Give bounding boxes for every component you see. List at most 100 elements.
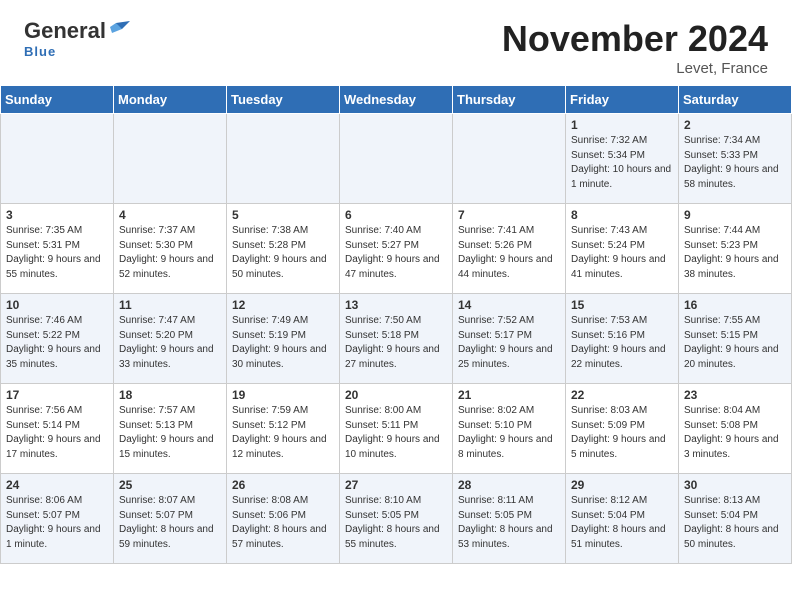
day-number: 17 [6,388,108,402]
calendar-day: 25Sunrise: 8:07 AM Sunset: 5:07 PM Dayli… [114,474,227,564]
day-number: 30 [684,478,786,492]
calendar-day [1,114,114,204]
logo-blue: Blue [24,44,56,59]
day-number: 4 [119,208,221,222]
weekday-header-sunday: Sunday [1,86,114,114]
day-number: 23 [684,388,786,402]
day-info: Sunrise: 8:11 AM Sunset: 5:05 PM Dayligh… [458,494,560,552]
logo: General Blue [24,18,130,59]
logo-general: General [24,18,106,44]
weekday-header-monday: Monday [114,86,227,114]
calendar-day: 20 Sunrise: 8:00 AM Sunset: 5:11 PM Dayli… [340,384,453,474]
day-info: Sunrise: 8:06 AM Sunset: 5:07 PM Dayligh… [6,494,108,552]
calendar-day: 3 Sunrise: 7:35 AM Sunset: 5:31 PM Daylig… [1,204,114,294]
weekday-header-thursday: Thursday [453,86,566,114]
month-title: November 2024 [502,18,768,60]
day-number: 1 [571,118,673,132]
location: Levet, France [502,60,768,77]
calendar-day: 24 Sunrise: 8:06 AM Sunset: 5:07 PM Dayli… [1,474,114,564]
day-info: Sunrise: 8:10 AM Sunset: 5:05 PM Dayligh… [345,494,447,552]
day-number: 2 [684,118,786,132]
day-info: Sunrise: 8:00 AM Sunset: 5:11 PM Dayligh… [345,404,447,462]
day-number: 3 [6,208,108,222]
day-info: Sunrise: 7:57 AM Sunset: 5:13 PM Dayligh… [119,404,221,462]
day-number: 11 [119,298,221,312]
calendar-day: 4 Sunrise: 7:37 AM Sunset: 5:30 PM Daylig… [114,204,227,294]
day-info: Sunrise: 7:44 AM Sunset: 5:23 PM Dayligh… [684,224,786,282]
day-number: 5 [232,208,334,222]
calendar-day: 12Sunrise: 7:49 AM Sunset: 5:19 PM Dayli… [227,294,340,384]
calendar-day [227,114,340,204]
day-number: 8 [571,208,673,222]
calendar-day: 27 Sunrise: 8:10 AM Sunset: 5:05 PM Dayli… [340,474,453,564]
day-info: Sunrise: 7:46 AM Sunset: 5:22 PM Dayligh… [6,314,108,372]
calendar-day: 21Sunrise: 8:02 AM Sunset: 5:10 PM Dayli… [453,384,566,474]
weekday-header-friday: Friday [566,86,679,114]
calendar-week-5: 24 Sunrise: 8:06 AM Sunset: 5:07 PM Dayli… [1,474,792,564]
day-number: 20 [345,388,447,402]
calendar-day: 5 Sunrise: 7:38 AM Sunset: 5:28 PM Daylig… [227,204,340,294]
calendar-day: 29Sunrise: 8:12 AM Sunset: 5:04 PM Dayli… [566,474,679,564]
day-number: 24 [6,478,108,492]
calendar-day: 14 Sunrise: 7:52 AM Sunset: 5:17 PM Dayli… [453,294,566,384]
day-info: Sunrise: 7:37 AM Sunset: 5:30 PM Dayligh… [119,224,221,282]
calendar-day: 2 Sunrise: 7:34 AM Sunset: 5:33 PM Daylig… [679,114,792,204]
day-number: 22 [571,388,673,402]
day-number: 27 [345,478,447,492]
calendar-day: 13 Sunrise: 7:50 AM Sunset: 5:18 PM Dayli… [340,294,453,384]
day-info: Sunrise: 7:55 AM Sunset: 5:15 PM Dayligh… [684,314,786,372]
calendar-day: 10 Sunrise: 7:46 AM Sunset: 5:22 PM Dayli… [1,294,114,384]
day-number: 18 [119,388,221,402]
day-info: Sunrise: 8:13 AM Sunset: 5:04 PM Dayligh… [684,494,786,552]
day-info: Sunrise: 7:43 AM Sunset: 5:24 PM Dayligh… [571,224,673,282]
day-info: Sunrise: 7:35 AM Sunset: 5:31 PM Dayligh… [6,224,108,282]
page-header: General Blue November 2024 Levet, France [0,0,792,85]
weekday-header-tuesday: Tuesday [227,86,340,114]
calendar-day: 7 Sunrise: 7:41 AM Sunset: 5:26 PM Daylig… [453,204,566,294]
day-number: 19 [232,388,334,402]
calendar-week-4: 17 Sunrise: 7:56 AM Sunset: 5:14 PM Dayli… [1,384,792,474]
day-info: Sunrise: 7:52 AM Sunset: 5:17 PM Dayligh… [458,314,560,372]
calendar-day: 11 Sunrise: 7:47 AM Sunset: 5:20 PM Dayli… [114,294,227,384]
calendar-day [340,114,453,204]
day-info: Sunrise: 7:40 AM Sunset: 5:27 PM Dayligh… [345,224,447,282]
calendar-day: 30 Sunrise: 8:13 AM Sunset: 5:04 PM Dayli… [679,474,792,564]
day-info: Sunrise: 8:03 AM Sunset: 5:09 PM Dayligh… [571,404,673,462]
day-info: Sunrise: 8:12 AM Sunset: 5:04 PM Dayligh… [571,494,673,552]
day-info: Sunrise: 8:02 AM Sunset: 5:10 PM Dayligh… [458,404,560,462]
calendar-day: 22 Sunrise: 8:03 AM Sunset: 5:09 PM Dayli… [566,384,679,474]
day-number: 7 [458,208,560,222]
calendar-day [453,114,566,204]
logo-bird-icon [108,19,130,41]
calendar-day: 6 Sunrise: 7:40 AM Sunset: 5:27 PM Daylig… [340,204,453,294]
calendar-day: 9 Sunrise: 7:44 AM Sunset: 5:23 PM Daylig… [679,204,792,294]
day-number: 6 [345,208,447,222]
day-info: Sunrise: 7:50 AM Sunset: 5:18 PM Dayligh… [345,314,447,372]
weekday-header-saturday: Saturday [679,86,792,114]
day-info: Sunrise: 7:47 AM Sunset: 5:20 PM Dayligh… [119,314,221,372]
day-number: 9 [684,208,786,222]
calendar-day: 28Sunrise: 8:11 AM Sunset: 5:05 PM Dayli… [453,474,566,564]
calendar-day: 26Sunrise: 8:08 AM Sunset: 5:06 PM Dayli… [227,474,340,564]
day-number: 12 [232,298,334,312]
day-info: Sunrise: 7:56 AM Sunset: 5:14 PM Dayligh… [6,404,108,462]
day-info: Sunrise: 7:38 AM Sunset: 5:28 PM Dayligh… [232,224,334,282]
title-block: November 2024 Levet, France [502,18,768,77]
calendar-day: 18 Sunrise: 7:57 AM Sunset: 5:13 PM Dayli… [114,384,227,474]
day-info: Sunrise: 8:04 AM Sunset: 5:08 PM Dayligh… [684,404,786,462]
calendar-table: SundayMondayTuesdayWednesdayThursdayFrid… [0,85,792,564]
day-info: Sunrise: 7:34 AM Sunset: 5:33 PM Dayligh… [684,134,786,192]
day-info: Sunrise: 7:41 AM Sunset: 5:26 PM Dayligh… [458,224,560,282]
calendar-day: 1 Sunrise: 7:32 AM Sunset: 5:34 PM Daylig… [566,114,679,204]
day-number: 14 [458,298,560,312]
day-number: 15 [571,298,673,312]
day-number: 10 [6,298,108,312]
day-info: Sunrise: 7:59 AM Sunset: 5:12 PM Dayligh… [232,404,334,462]
weekday-header-row: SundayMondayTuesdayWednesdayThursdayFrid… [1,86,792,114]
day-info: Sunrise: 8:07 AM Sunset: 5:07 PM Dayligh… [119,494,221,552]
day-info: Sunrise: 7:32 AM Sunset: 5:34 PM Dayligh… [571,134,673,192]
calendar-day [114,114,227,204]
calendar-week-1: 1 Sunrise: 7:32 AM Sunset: 5:34 PM Daylig… [1,114,792,204]
day-number: 13 [345,298,447,312]
calendar-day: 8 Sunrise: 7:43 AM Sunset: 5:24 PM Daylig… [566,204,679,294]
